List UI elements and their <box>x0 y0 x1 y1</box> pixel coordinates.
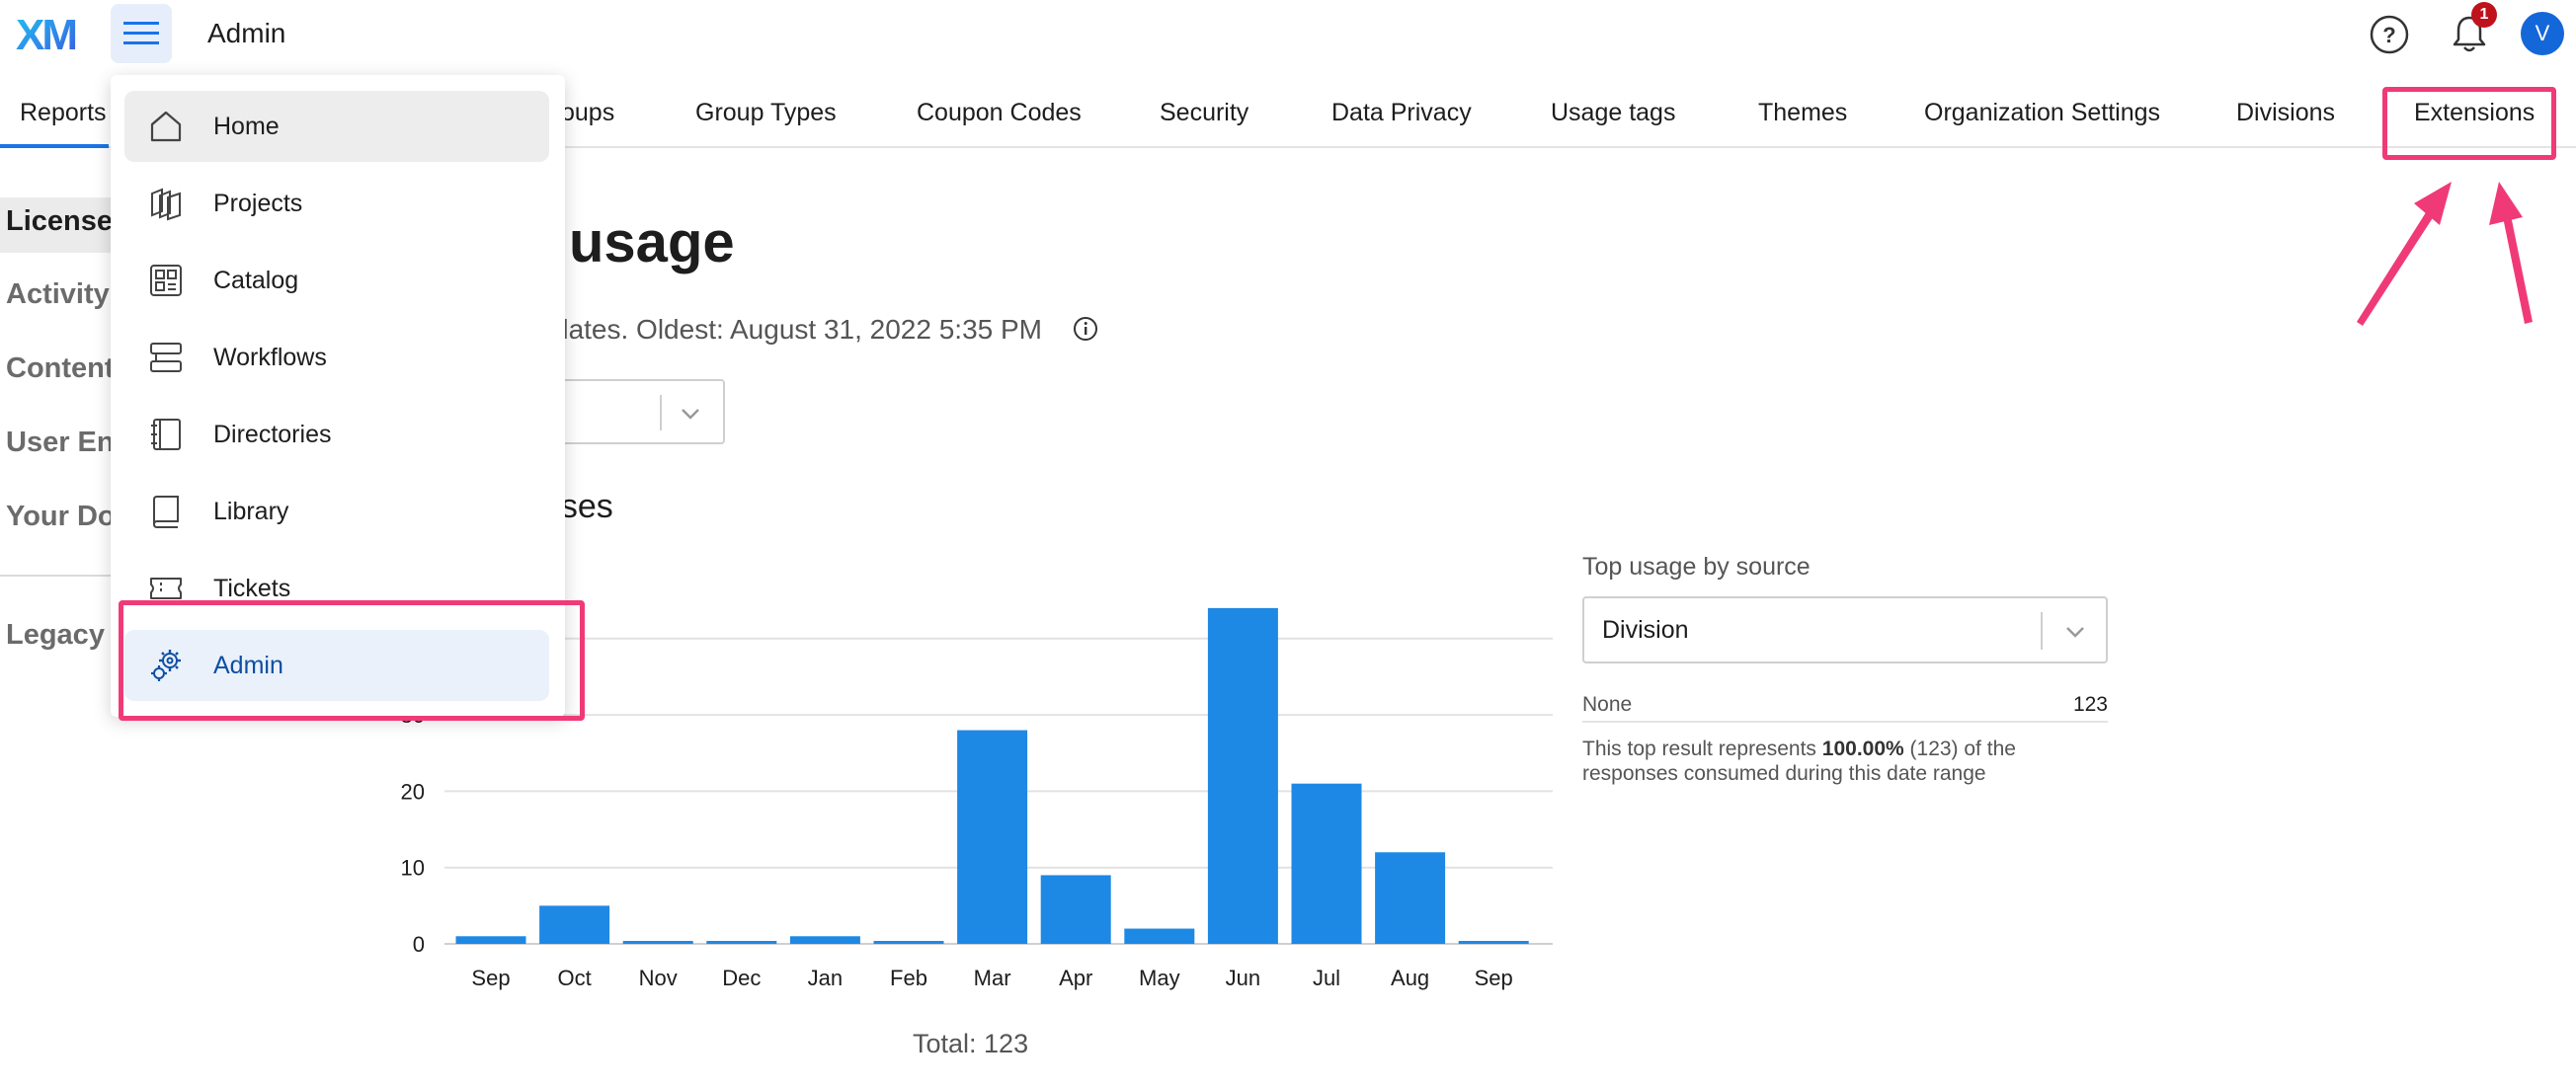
x-tick-label: Feb <box>890 966 927 990</box>
admin-gear-icon <box>151 650 181 681</box>
chart-bar[interactable] <box>789 936 860 944</box>
logo-text: XM <box>16 11 75 57</box>
home-icon <box>150 111 182 142</box>
y-tick-label: 20 <box>401 779 425 804</box>
usage-source-count: 123 <box>2072 693 2108 716</box>
menu-item-home[interactable]: Home <box>124 91 549 162</box>
y-tick-label: 0 <box>413 932 425 957</box>
catalog-icon <box>150 265 182 296</box>
projects-icon <box>151 188 181 221</box>
tab-group-types[interactable]: Group Types <box>695 99 837 127</box>
help-icon[interactable]: ? <box>2369 14 2410 55</box>
usage-note-prefix: This top result represents <box>1582 738 1822 760</box>
menu-item-workflows[interactable]: Workflows <box>124 322 549 393</box>
chart-bar[interactable] <box>957 730 1028 944</box>
chart-bar[interactable] <box>1124 928 1195 944</box>
x-tick-label: May <box>1139 966 1180 990</box>
global-nav-menu: Home Projects Catalog Workflows Director… <box>111 75 565 717</box>
leftnav-item-activity[interactable]: Activity <box>6 278 110 311</box>
user-avatar[interactable]: V <box>2521 12 2564 55</box>
tab-data-privacy[interactable]: Data Privacy <box>1331 99 1472 127</box>
chart-bar[interactable] <box>1207 607 1278 944</box>
menu-item-admin[interactable]: Admin <box>124 630 549 701</box>
leftnav-item-license[interactable]: License <box>6 205 113 238</box>
chart-bar[interactable] <box>706 941 777 944</box>
menu-item-label: Projects <box>213 190 303 217</box>
leftnav-item-your-downloads[interactable]: Your Do <box>6 501 116 533</box>
x-tick-label: Jul <box>1313 966 1340 990</box>
chart-bar[interactable] <box>1458 941 1529 944</box>
x-tick-label: Apr <box>1059 966 1092 990</box>
usage-source-select[interactable]: Division <box>1582 596 2108 663</box>
usage-source-name: None <box>1582 693 1633 716</box>
menu-item-label: Library <box>213 498 289 525</box>
library-icon <box>153 496 179 528</box>
annotation-arrows <box>2357 182 2533 326</box>
chart-bar[interactable] <box>1375 852 1446 944</box>
x-tick-label: Oct <box>557 966 591 990</box>
usage-note: This top result represents 100.00% (123)… <box>1582 737 2108 786</box>
workflows-icon <box>150 343 182 372</box>
menu-item-library[interactable]: Library <box>124 476 549 547</box>
x-tick-label: Sep <box>1475 966 1513 990</box>
x-tick-label: Aug <box>1391 966 1429 990</box>
menu-item-tickets[interactable]: Tickets <box>124 553 549 624</box>
menu-item-catalog[interactable]: Catalog <box>124 245 549 316</box>
tab-reports[interactable]: Reports <box>20 99 107 127</box>
reports-left-nav: License Activity Content User Eng Your D… <box>0 148 133 701</box>
usage-source-value: Division <box>1602 616 1689 644</box>
chart-bar[interactable] <box>1291 783 1362 944</box>
page-title: usage <box>569 210 735 274</box>
leftnav-item-content[interactable]: Content <box>6 352 115 385</box>
x-tick-label: Jan <box>808 966 843 990</box>
chevron-down-icon <box>2066 627 2084 638</box>
tab-usage-tags[interactable]: Usage tags <box>1551 99 1675 127</box>
data-freshness-text: dates. Oldest: August 31, 2022 5:35 PM <box>553 314 1042 345</box>
select-separator <box>2041 612 2043 650</box>
x-tick-label: Mar <box>974 966 1011 990</box>
notification-badge: 1 <box>2471 2 2497 28</box>
y-tick-label: 10 <box>401 856 425 881</box>
chevron-down-icon <box>682 409 699 420</box>
menu-item-label: Directories <box>213 421 332 448</box>
chart-bar[interactable] <box>1040 875 1111 944</box>
tab-security[interactable]: Security <box>1160 99 1248 127</box>
hamburger-icon <box>123 22 159 44</box>
tab-themes[interactable]: Themes <box>1758 99 1847 127</box>
top-usage-label: Top usage by source <box>1582 553 1811 581</box>
tab-organization-settings[interactable]: Organization Settings <box>1924 99 2160 127</box>
x-tick-label: Nov <box>639 966 678 990</box>
top-bar: XM Admin ? 1 V <box>0 0 2576 67</box>
svg-text:?: ? <box>2382 23 2395 47</box>
x-tick-label: Dec <box>722 966 761 990</box>
tickets-icon <box>150 578 182 599</box>
menu-item-directories[interactable]: Directories <box>124 399 549 470</box>
menu-item-label: Admin <box>213 652 283 679</box>
x-tick-label: Jun <box>1226 966 1260 990</box>
tab-coupon-codes[interactable]: Coupon Codes <box>917 99 1082 127</box>
menu-item-label: Catalog <box>213 267 299 294</box>
menu-item-label: Tickets <box>213 575 291 602</box>
menu-item-label: Workflows <box>213 344 327 371</box>
x-tick-label: Sep <box>471 966 510 990</box>
directories-icon <box>151 419 181 450</box>
menu-item-projects[interactable]: Projects <box>124 168 549 239</box>
chart-bar[interactable] <box>622 941 693 944</box>
menu-toggle-button[interactable] <box>111 4 172 63</box>
select-separator <box>660 395 662 430</box>
tab-groups[interactable]: oups <box>561 99 614 127</box>
leftnav-divider <box>0 575 119 577</box>
info-icon[interactable] <box>1073 316 1098 342</box>
tab-divisions[interactable]: Divisions <box>2236 99 2335 127</box>
chart-bar[interactable] <box>539 905 610 944</box>
usage-note-percent: 100.00% <box>1821 738 1904 760</box>
chart-bar[interactable] <box>455 936 526 944</box>
chart-total: Total: 123 <box>913 1029 1029 1058</box>
xm-logo[interactable]: XM <box>16 10 87 57</box>
menu-item-label: Home <box>213 113 280 140</box>
tab-extensions[interactable]: Extensions <box>2414 99 2535 127</box>
usage-source-row: None 123 <box>1582 691 2108 723</box>
chart-bar[interactable] <box>873 941 944 944</box>
app-title: Admin <box>207 18 286 48</box>
